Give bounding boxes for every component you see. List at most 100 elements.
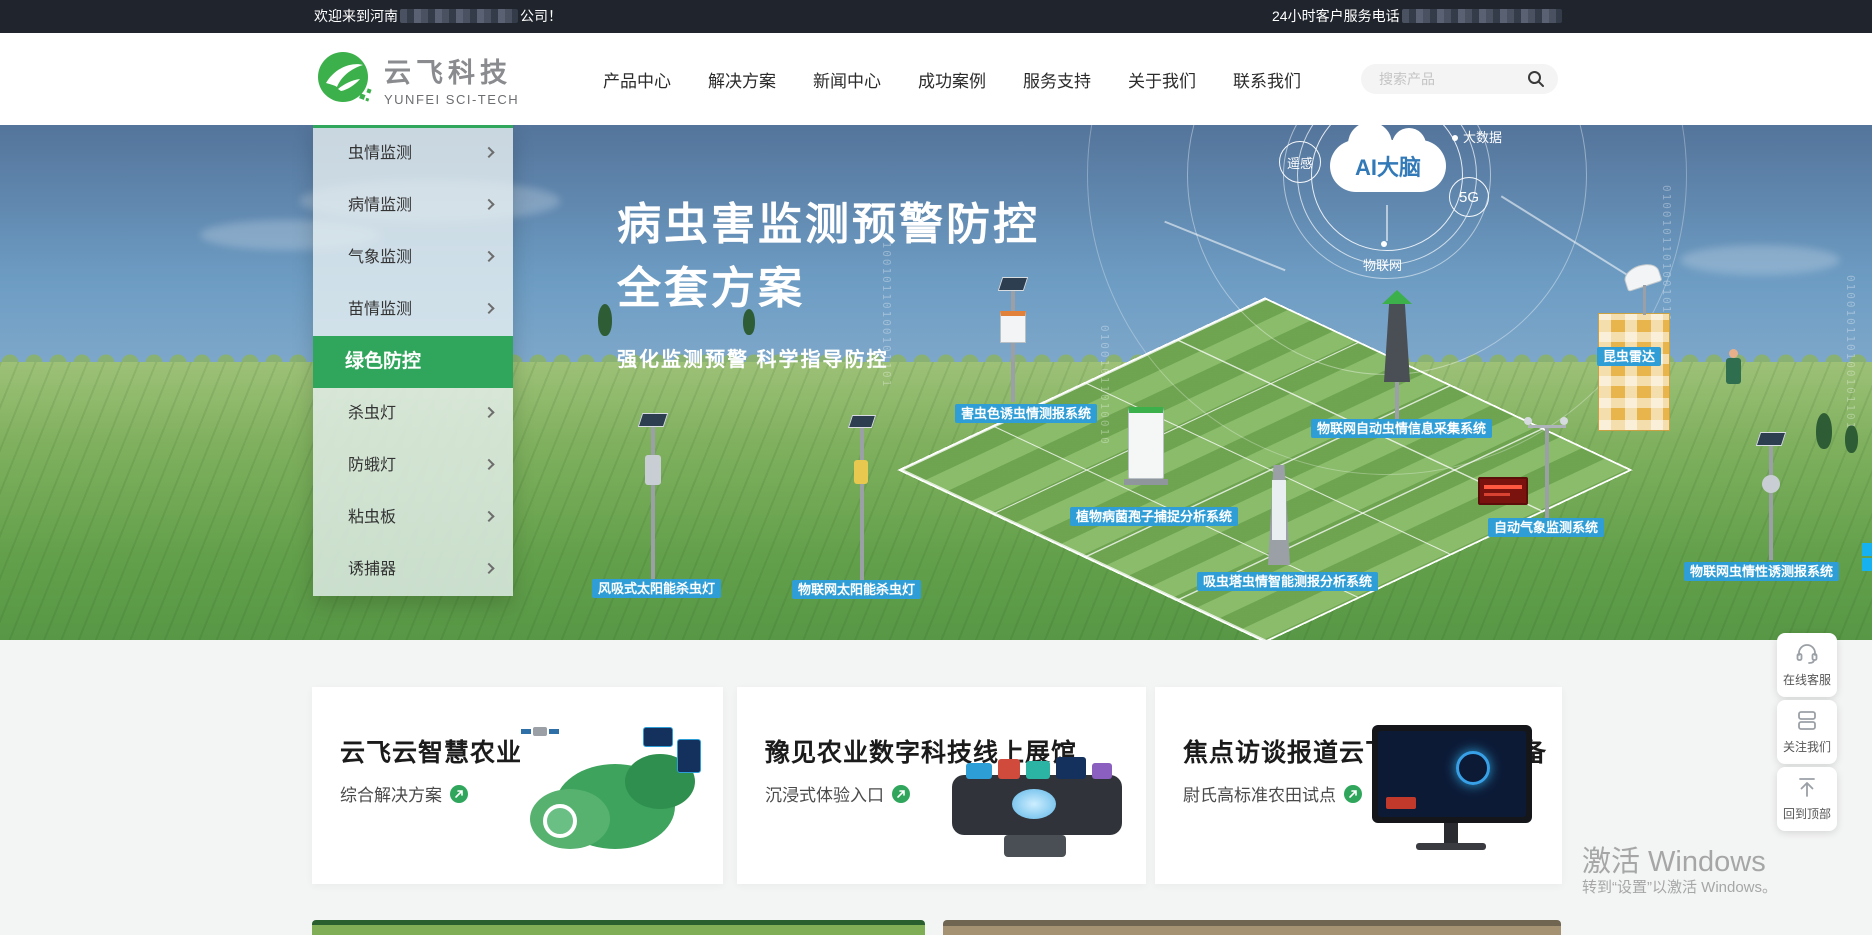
logo-name-cn: 云飞科技	[384, 51, 519, 90]
main-nav: 产品中心 解决方案 新闻中心 成功案例 服务支持 关于我们 联系我们	[603, 33, 1301, 125]
follow-us-button[interactable]: 关注我们	[1777, 700, 1837, 764]
hero-banner: 病虫害监测预警防控 全套方案 强化监测预警 科学指导防控 AI大脑 遥感 5G …	[0, 125, 1872, 640]
person-head	[1729, 349, 1738, 358]
hero-title-line1: 病虫害监测预警防控	[617, 193, 1040, 257]
follow-us-icon	[1794, 708, 1820, 732]
headset-icon	[1794, 641, 1820, 665]
menu-item-label: 苗情监测	[348, 301, 412, 318]
card-smart-agriculture[interactable]: 云飞云智慧农业 综合解决方案	[312, 687, 723, 884]
next-section-image-right	[943, 920, 1561, 935]
nav-about[interactable]: 关于我们	[1128, 67, 1196, 92]
menu-item-moth-lamp[interactable]: 防蛾灯	[313, 440, 513, 492]
card-online-exhibition[interactable]: 豫见农业数字科技线上展馆 沉浸式体验入口	[737, 687, 1146, 884]
device-label: 吸虫塔虫情智能测报分析系统	[1197, 572, 1378, 591]
node-remote-sensing: 遥感	[1279, 141, 1321, 183]
chevron-right-icon	[483, 459, 494, 470]
search-input[interactable]	[1379, 64, 1519, 94]
menu-item-trap[interactable]: 诱捕器	[313, 544, 513, 596]
online-service-button[interactable]: 在线客服	[1777, 633, 1837, 697]
nav-contact[interactable]: 联系我们	[1233, 67, 1301, 92]
node-remote-label: 遥感	[1287, 153, 1313, 172]
follow-us-label: 关注我们	[1777, 738, 1837, 755]
tree	[1816, 413, 1832, 449]
menu-item-label: 气象监测	[348, 249, 412, 266]
nav-support[interactable]: 服务支持	[1023, 67, 1091, 92]
menu-item-disease-monitoring[interactable]: 病情监测	[313, 180, 513, 232]
edge-widget-tab[interactable]	[1862, 558, 1872, 571]
card-illustration-tv-monitor	[1364, 725, 1544, 865]
chevron-right-icon	[483, 303, 494, 314]
card-title: 云飞云智慧农业	[340, 733, 522, 769]
next-section-image-left	[312, 920, 925, 935]
menu-item-insect-monitoring[interactable]: 虫情监测	[313, 128, 513, 180]
nav-products[interactable]: 产品中心	[603, 67, 671, 92]
menu-item-seedling-monitoring[interactable]: 苗情监测	[313, 284, 513, 336]
hero-subtitle: 强化监测预警 科学指导防控	[617, 343, 1040, 372]
card-focus-report[interactable]: 焦点访谈报道云飞数字植保设备 尉氏高标准农田试点	[1155, 687, 1562, 884]
device-label: 物联网自动虫情信息采集系统	[1311, 419, 1492, 438]
card-illustration-exhibit-table	[942, 727, 1132, 862]
nav-solutions[interactable]: 解决方案	[708, 67, 776, 92]
farm-field	[0, 362, 1872, 640]
welcome-text: 欢迎来到河南公司！	[314, 0, 562, 33]
device-label: 昆虫雷达	[1597, 347, 1661, 366]
floating-toolbar: 在线客服 关注我们 回到顶部	[1777, 633, 1837, 834]
back-to-top-label: 回到顶部	[1777, 805, 1837, 822]
service-hotline: 24小时客户服务电话	[1272, 0, 1564, 33]
logo-bird-icon	[316, 50, 374, 108]
node-iot-dot	[1381, 241, 1387, 247]
nav-news[interactable]: 新闻中心	[813, 67, 881, 92]
topbar: 欢迎来到河南公司！ 24小时客户服务电话	[0, 0, 1872, 33]
search-box	[1361, 64, 1558, 94]
windows-activation-watermark: 激活 Windows	[1582, 838, 1766, 880]
menu-item-weather-monitoring[interactable]: 气象监测	[313, 232, 513, 284]
arrow-link-icon[interactable]	[1344, 785, 1362, 803]
binary-decor: 010010110100101101	[1844, 275, 1857, 435]
products-dropdown-menu: 虫情监测 病情监测 气象监测 苗情监测 绿色防控 杀虫灯 防蛾灯 粘虫板 诱捕器	[313, 125, 513, 596]
hotline-label: 24小时客户服务电话	[1272, 8, 1400, 24]
menu-item-green-control[interactable]: 绿色防控	[313, 336, 513, 388]
hero-copy: 病虫害监测预警防控 全套方案 强化监测预警 科学指导防控	[617, 193, 1040, 372]
logo-name-en: YUNFEI SCI-TECH	[384, 92, 519, 107]
card-subtitle: 尉氏高标准农田试点	[1183, 781, 1336, 806]
ai-brain-label: AI大脑	[1355, 150, 1421, 182]
edge-widget-tab[interactable]	[1862, 543, 1872, 556]
device-label: 物联网虫情性诱测报系统	[1684, 562, 1839, 581]
menu-item-label: 杀虫灯	[348, 405, 396, 422]
chevron-right-icon	[483, 407, 494, 418]
menu-item-label: 绿色防控	[345, 351, 421, 372]
node-5g-label: 5G	[1459, 189, 1479, 206]
node-bigdata-label: 大数据	[1463, 127, 1502, 146]
node-5g: 5G	[1449, 177, 1489, 217]
windows-activation-watermark-sub: 转到“设置”以激活 Windows。	[1582, 876, 1777, 897]
chevron-right-icon	[483, 563, 494, 574]
tree	[598, 304, 612, 336]
node-iot-label: 物联网	[1363, 255, 1402, 274]
logo-text: 云飞科技 YUNFEI SCI-TECH	[384, 51, 519, 107]
binary-decor: 010010110100101101	[1660, 185, 1673, 325]
hero-title-line2: 全套方案	[617, 257, 1040, 321]
nav-cases[interactable]: 成功案例	[918, 67, 986, 92]
menu-item-insecticidal-lamp[interactable]: 杀虫灯	[313, 388, 513, 440]
device-label: 自动气象监测系统	[1488, 518, 1604, 537]
menu-item-sticky-board[interactable]: 粘虫板	[313, 492, 513, 544]
chevron-right-icon	[483, 199, 494, 210]
arrow-link-icon[interactable]	[450, 785, 468, 803]
logo[interactable]: 云飞科技 YUNFEI SCI-TECH	[316, 50, 519, 108]
node-bigdata-dot	[1452, 135, 1458, 141]
back-to-top-button[interactable]: 回到顶部	[1777, 767, 1837, 831]
person-body	[1726, 358, 1741, 384]
ai-brain-cloud: AI大脑	[1330, 140, 1446, 192]
device-label: 害虫色诱虫情测报系统	[955, 404, 1097, 423]
device-label: 物联网太阳能杀虫灯	[792, 580, 921, 599]
card-subtitle: 沉浸式体验入口	[765, 781, 884, 806]
search-icon[interactable]	[1526, 69, 1546, 89]
chevron-right-icon	[483, 251, 494, 262]
hub-connector	[1386, 205, 1388, 241]
site-header: 云飞科技 YUNFEI SCI-TECH 产品中心 解决方案 新闻中心 成功案例…	[0, 33, 1872, 125]
welcome-prefix: 欢迎来到河南	[314, 8, 398, 24]
card-illustration-farm-island	[515, 709, 715, 874]
redacted-company-name	[400, 9, 518, 23]
arrow-link-icon[interactable]	[892, 785, 910, 803]
chevron-right-icon	[483, 511, 494, 522]
